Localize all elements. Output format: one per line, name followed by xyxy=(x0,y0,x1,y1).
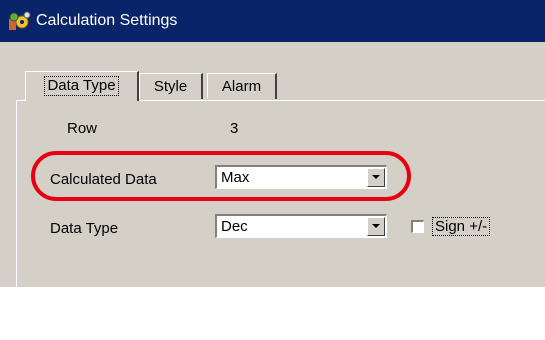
window-title: Calculation Settings xyxy=(36,12,178,29)
row-value: 3 xyxy=(230,120,239,137)
tab-style-label: Style xyxy=(153,78,188,95)
sign-checkbox[interactable] xyxy=(411,220,424,233)
calculated-data-value: Max xyxy=(221,169,250,186)
calculated-data-label: Calculated Data xyxy=(50,171,157,188)
sign-checkbox-label[interactable]: Sign +/- xyxy=(432,217,491,236)
data-type-select[interactable]: Dec xyxy=(215,214,387,238)
tab-style[interactable]: Style xyxy=(139,73,203,99)
calculation-settings-window: Calculation Settings Data Type Style Ala… xyxy=(0,0,545,340)
chevron-down-icon[interactable] xyxy=(367,217,385,236)
tab-alarm-label: Alarm xyxy=(221,78,262,95)
tab-alarm[interactable]: Alarm xyxy=(207,73,277,99)
tab-data-type-label: Data Type xyxy=(44,76,119,96)
calculated-data-select[interactable]: Max xyxy=(215,165,387,189)
chevron-down-icon[interactable] xyxy=(367,168,385,187)
tab-data-type[interactable]: Data Type xyxy=(25,71,139,101)
data-type-label: Data Type xyxy=(50,220,119,237)
data-type-value: Dec xyxy=(221,218,248,235)
title-bar[interactable]: Calculation Settings xyxy=(0,0,545,42)
row-label: Row xyxy=(67,120,98,137)
gears-icon xyxy=(9,11,31,30)
